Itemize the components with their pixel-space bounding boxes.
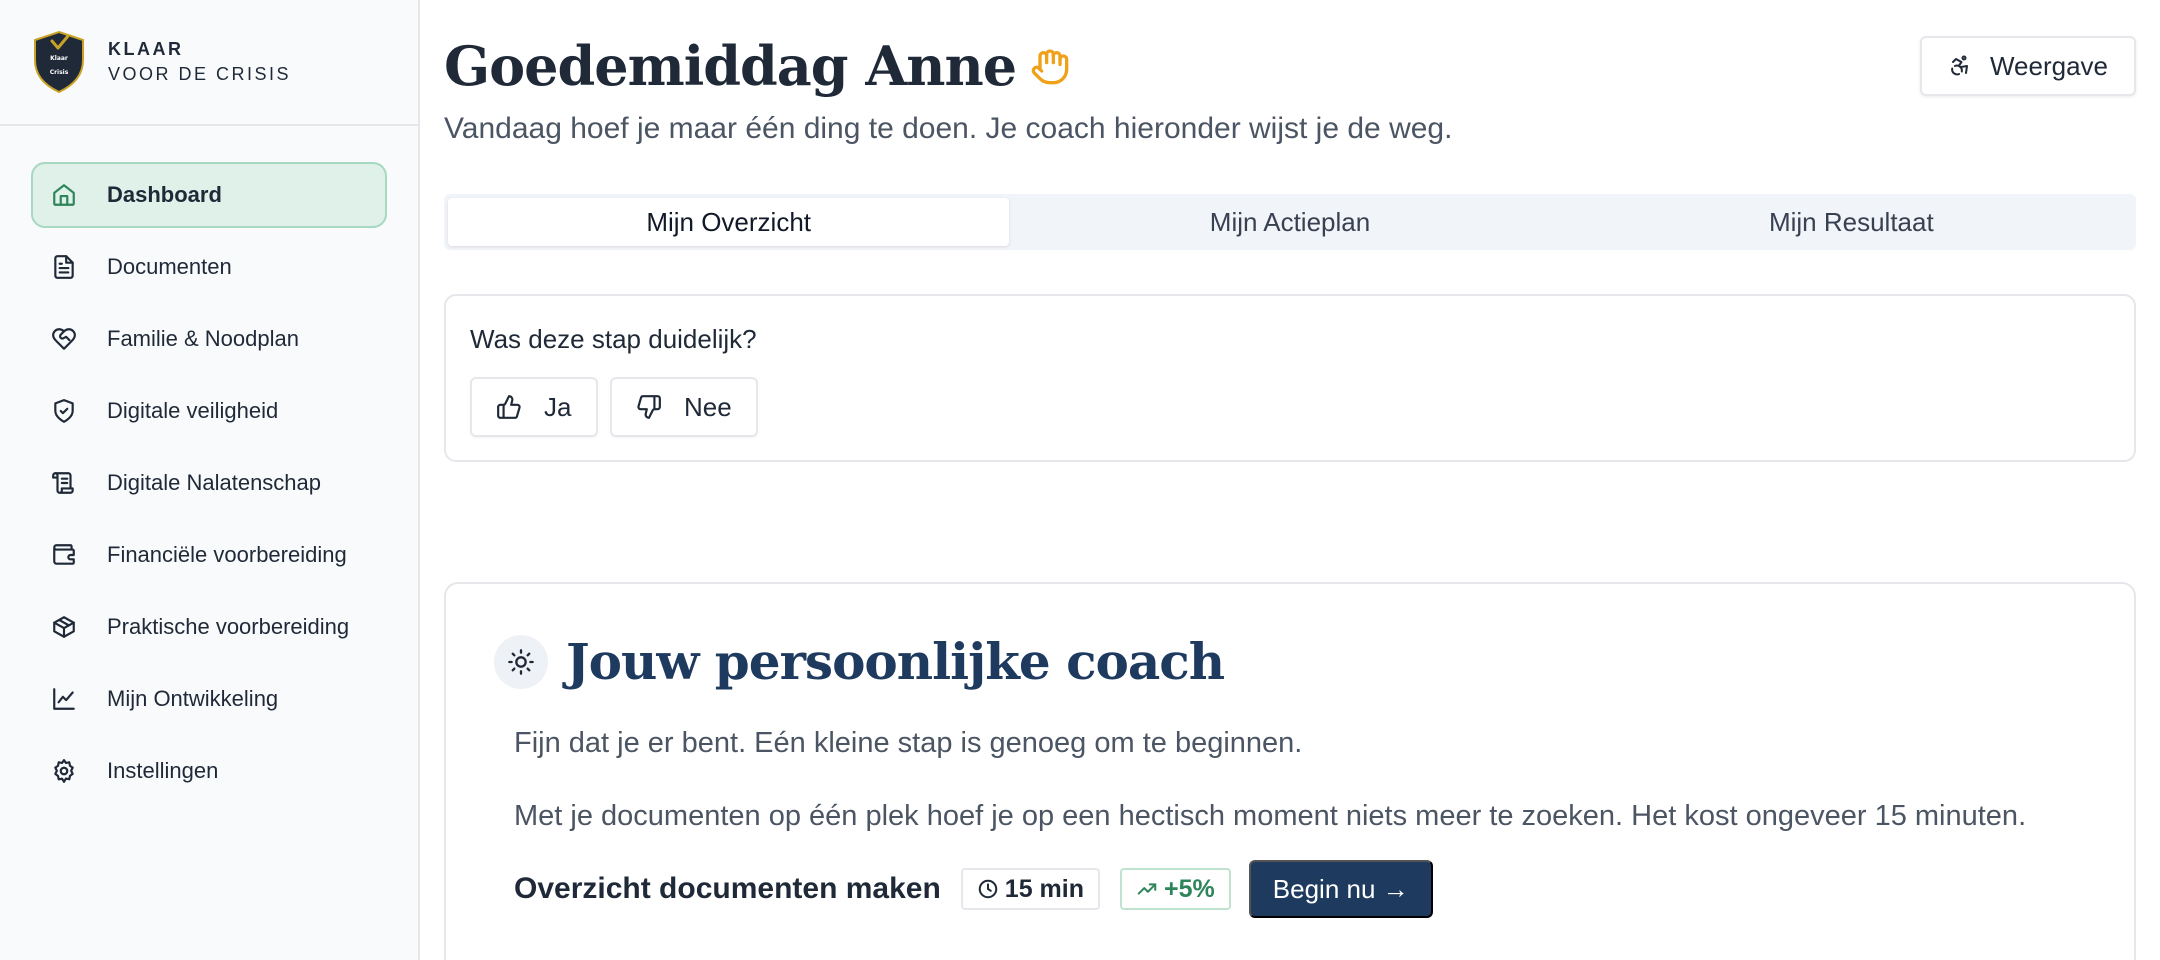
logo-text-top: Klaar xyxy=(50,55,68,62)
progress-gain-value: +5% xyxy=(1164,874,1215,903)
shield-check-icon xyxy=(49,396,79,426)
tab-mijn-overzicht[interactable]: Mijn Overzicht xyxy=(448,198,1010,246)
sidebar-item-familie-noodplan[interactable]: Familie & Noodplan xyxy=(31,306,387,372)
sidebar-item-label: Financiële voorbereiding xyxy=(107,542,347,567)
progress-gain-chip: +5% xyxy=(1120,868,1231,910)
chart-line-icon xyxy=(49,684,79,714)
page-title: Goedemiddag Anne xyxy=(444,34,1017,98)
sidebar-item-label: Praktische voorbereiding xyxy=(107,614,350,639)
shield-logo-icon: Klaar Crisis xyxy=(34,30,84,94)
coach-message-intro: Fijn dat je er bent. Eén kleine stap is … xyxy=(514,727,1303,759)
sidebar-item-digitale-nalatenschap[interactable]: Digitale Nalatenschap xyxy=(31,450,387,516)
sidebar-item-label: Familie & Noodplan xyxy=(107,326,299,351)
sidebar-item-documenten[interactable]: Documenten xyxy=(31,234,387,300)
gear-icon xyxy=(49,756,79,786)
tab-mijn-resultaat[interactable]: Mijn Resultaat xyxy=(1571,198,2132,246)
wallet-icon xyxy=(49,540,79,570)
greeting: Goedemiddag Anne xyxy=(444,34,1070,98)
sidebar-item-financiele-voorbereiding[interactable]: Financiële voorbereiding xyxy=(31,522,387,588)
brand-name-line1: KLAAR xyxy=(108,39,184,59)
accessibility-icon xyxy=(1951,55,1968,76)
coach-card: Jouw persoonlijke coach Fijn dat je er b… xyxy=(444,582,2136,960)
heart-handshake-icon xyxy=(49,324,79,354)
feedback-no-label: Nee xyxy=(684,391,732,422)
sidebar-item-digitale-veiligheid[interactable]: Digitale veiligheid xyxy=(31,378,387,444)
tab-mijn-actieplan[interactable]: Mijn Actieplan xyxy=(1009,198,1570,246)
duration-chip: 15 min xyxy=(960,868,1100,910)
view-settings-button[interactable]: Weergave xyxy=(1920,36,2136,96)
sidebar-item-label: Dashboard xyxy=(107,182,222,207)
view-settings-label: Weergave xyxy=(1989,50,2109,81)
sidebar-item-mijn-ontwikkeling[interactable]: Mijn Ontwikkeling xyxy=(31,666,387,732)
trending-up-icon xyxy=(1137,883,1157,895)
sidebar-nav: Dashboard Documenten Familie & Noodplan … xyxy=(0,126,418,804)
logo-text-bottom: Crisis xyxy=(50,69,69,76)
thumbs-up-icon xyxy=(497,395,521,419)
brand[interactable]: Klaar Crisis KLAAR VOOR DE CRISIS xyxy=(0,0,418,126)
document-icon xyxy=(49,252,79,282)
coach-title: Jouw persoonlijke coach xyxy=(566,632,1225,691)
home-icon xyxy=(49,180,79,210)
sidebar-item-instellingen[interactable]: Instellingen xyxy=(31,738,387,804)
coach-header: Jouw persoonlijke coach xyxy=(494,632,2086,691)
duration-value: 15 min xyxy=(1004,874,1084,903)
coach-message-body: Met je documenten op één plek hoef je op… xyxy=(514,800,2027,832)
tab-bar: Mijn Overzicht Mijn Actieplan Mijn Resul… xyxy=(444,194,2136,250)
thumbs-down-icon xyxy=(637,395,661,419)
sidebar-item-dashboard[interactable]: Dashboard xyxy=(31,162,387,228)
sidebar-item-praktische-voorbereiding[interactable]: Praktische voorbereiding xyxy=(31,594,387,660)
task-name: Overzicht documenten maken xyxy=(514,872,941,905)
feedback-yes-button[interactable]: Ja xyxy=(470,377,598,437)
feedback-question: Was deze stap duidelijk? xyxy=(470,324,757,354)
sidebar-item-label: Digitale Nalatenschap xyxy=(107,470,322,495)
page-subtitle: Vandaag hoef je maar één ding te doen. J… xyxy=(444,112,1453,145)
sidebar: Klaar Crisis KLAAR VOOR DE CRISIS Dashbo… xyxy=(0,0,420,960)
begin-now-button[interactable]: Begin nu → xyxy=(1248,860,1433,918)
feedback-no-button[interactable]: Nee xyxy=(610,377,758,437)
waving-hand-icon xyxy=(1031,49,1069,85)
sidebar-item-label: Mijn Ontwikkeling xyxy=(107,686,279,711)
clock-icon xyxy=(978,879,998,899)
feedback-card: Was deze stap duidelijk? Ja Nee xyxy=(444,294,2136,462)
feedback-buttons: Ja Nee xyxy=(470,377,2110,437)
brand-name-line2: VOOR DE CRISIS xyxy=(108,64,292,84)
task-row: Overzicht documenten maken 15 min +5% Be… xyxy=(514,860,2086,918)
package-icon xyxy=(49,612,79,642)
sun-icon xyxy=(494,634,548,689)
sidebar-item-label: Documenten xyxy=(107,254,232,279)
main-content: Goedemiddag Anne Vandaag hoef je maar éé… xyxy=(444,0,2136,960)
sidebar-item-label: Digitale veiligheid xyxy=(107,398,279,423)
scroll-icon xyxy=(49,468,79,498)
feedback-yes-label: Ja xyxy=(544,391,572,422)
sidebar-item-label: Instellingen xyxy=(107,758,219,783)
brand-text: KLAAR VOOR DE CRISIS xyxy=(108,39,291,85)
